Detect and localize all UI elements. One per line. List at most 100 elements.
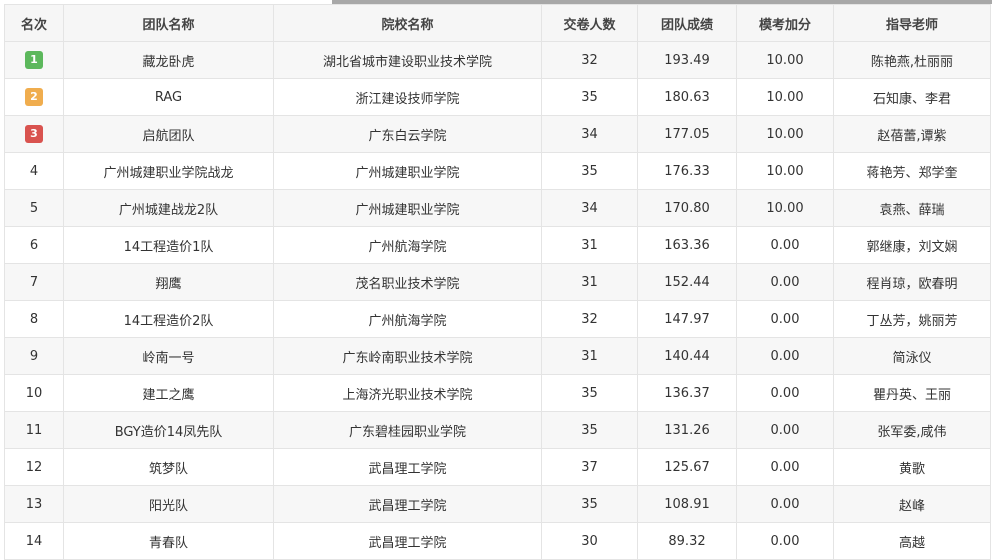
teacher-cell: 袁燕、薛瑞 <box>833 189 991 227</box>
score-cell: 140.44 <box>637 337 737 375</box>
school-name-cell: 广东碧桂园职业学院 <box>273 411 542 449</box>
score-cell: 176.33 <box>637 152 737 190</box>
score-cell: 136.37 <box>637 374 737 412</box>
team-name-cell: 启航团队 <box>63 115 274 153</box>
col-header-school: 院校名称 <box>273 4 542 42</box>
rank-cell: 9 <box>4 337 64 375</box>
bonus-cell: 10.00 <box>736 189 834 227</box>
table-row: 8 14工程造价2队 广州航海学院 32 147.97 0.00 丁丛芳，姚丽芳 <box>4 300 991 338</box>
rank-badge: 2 <box>25 88 43 106</box>
teacher-cell: 赵峰 <box>833 485 991 523</box>
school-name-cell: 浙江建设技师学院 <box>273 78 542 116</box>
rank-cell: 13 <box>4 485 64 523</box>
school-name-cell: 广东白云学院 <box>273 115 542 153</box>
count-cell: 31 <box>541 337 638 375</box>
count-cell: 34 <box>541 115 638 153</box>
team-name-cell: 14工程造价2队 <box>63 300 274 338</box>
teacher-cell: 简泳仪 <box>833 337 991 375</box>
rank-cell: 14 <box>4 522 64 560</box>
ranking-table: 名次 团队名称 院校名称 交卷人数 团队成绩 模考加分 指导老师 1 藏龙卧虎 湖北… <box>4 4 991 560</box>
team-name-cell: 筑梦队 <box>63 448 274 486</box>
rank-cell: 1 <box>4 41 64 79</box>
table-row: 12 筑梦队 武昌理工学院 37 125.67 0.00 黄歌 <box>4 448 991 486</box>
school-name-cell: 湖北省城市建设职业技术学院 <box>273 41 542 79</box>
table-row: 3 启航团队 广东白云学院 34 177.05 10.00 赵蓓蕾,谭紫 <box>4 115 991 153</box>
table-row: 13 阳光队 武昌理工学院 35 108.91 0.00 赵峰 <box>4 485 991 523</box>
rank-badge: 1 <box>25 51 43 69</box>
count-cell: 30 <box>541 522 638 560</box>
school-name-cell: 上海济光职业技术学院 <box>273 374 542 412</box>
rank-cell: 6 <box>4 226 64 264</box>
bonus-cell: 0.00 <box>736 485 834 523</box>
rank-cell: 4 <box>4 152 64 190</box>
bonus-cell: 0.00 <box>736 300 834 338</box>
teacher-cell: 郭继康，刘文娴 <box>833 226 991 264</box>
teacher-cell: 高越 <box>833 522 991 560</box>
bonus-cell: 10.00 <box>736 78 834 116</box>
team-name-cell: 岭南一号 <box>63 337 274 375</box>
count-cell: 31 <box>541 226 638 264</box>
rank-cell: 8 <box>4 300 64 338</box>
score-cell: 163.36 <box>637 226 737 264</box>
bonus-cell: 0.00 <box>736 522 834 560</box>
school-name-cell: 广州城建职业学院 <box>273 189 542 227</box>
team-name-cell: 14工程造价1队 <box>63 226 274 264</box>
count-cell: 32 <box>541 300 638 338</box>
col-header-score: 团队成绩 <box>637 4 737 42</box>
table-row: 4 广州城建职业学院战龙 广州城建职业学院 35 176.33 10.00 蒋艳芳、郑学奎 <box>4 152 991 190</box>
count-cell: 35 <box>541 374 638 412</box>
col-header-team: 团队名称 <box>63 4 274 42</box>
teacher-cell: 瞿丹英、王丽 <box>833 374 991 412</box>
rank-cell: 11 <box>4 411 64 449</box>
rank-cell: 2 <box>4 78 64 116</box>
count-cell: 35 <box>541 411 638 449</box>
teacher-cell: 程肖琼，欧春明 <box>833 263 991 301</box>
score-cell: 125.67 <box>637 448 737 486</box>
table-row: 1 藏龙卧虎 湖北省城市建设职业技术学院 32 193.49 10.00 陈艳燕,杜丽丽 <box>4 41 991 79</box>
team-name-cell: 藏龙卧虎 <box>63 41 274 79</box>
rank-cell: 3 <box>4 115 64 153</box>
team-name-cell: RAG <box>63 78 274 116</box>
school-name-cell: 武昌理工学院 <box>273 485 542 523</box>
table-row: 6 14工程造价1队 广州航海学院 31 163.36 0.00 郭继康，刘文娴 <box>4 226 991 264</box>
bonus-cell: 0.00 <box>736 411 834 449</box>
teacher-cell: 赵蓓蕾,谭紫 <box>833 115 991 153</box>
school-name-cell: 广东岭南职业技术学院 <box>273 337 542 375</box>
bonus-cell: 0.00 <box>736 263 834 301</box>
count-cell: 35 <box>541 152 638 190</box>
score-cell: 180.63 <box>637 78 737 116</box>
team-name-cell: 阳光队 <box>63 485 274 523</box>
count-cell: 35 <box>541 485 638 523</box>
col-header-bonus: 模考加分 <box>736 4 834 42</box>
table-row: 7 翔鹰 茂名职业技术学院 31 152.44 0.00 程肖琼，欧春明 <box>4 263 991 301</box>
table-row: 10 建工之鹰 上海济光职业技术学院 35 136.37 0.00 瞿丹英、王丽 <box>4 374 991 412</box>
rank-cell: 12 <box>4 448 64 486</box>
school-name-cell: 广州航海学院 <box>273 300 542 338</box>
bonus-cell: 0.00 <box>736 374 834 412</box>
team-name-cell: 广州城建职业学院战龙 <box>63 152 274 190</box>
col-header-count: 交卷人数 <box>541 4 638 42</box>
count-cell: 34 <box>541 189 638 227</box>
count-cell: 32 <box>541 41 638 79</box>
team-name-cell: 建工之鹰 <box>63 374 274 412</box>
team-name-cell: 青春队 <box>63 522 274 560</box>
table-header-row: 名次 团队名称 院校名称 交卷人数 团队成绩 模考加分 指导老师 <box>4 4 991 42</box>
rank-badge: 3 <box>25 125 43 143</box>
score-cell: 170.80 <box>637 189 737 227</box>
school-name-cell: 广州城建职业学院 <box>273 152 542 190</box>
count-cell: 35 <box>541 78 638 116</box>
school-name-cell: 武昌理工学院 <box>273 522 542 560</box>
score-cell: 193.49 <box>637 41 737 79</box>
score-cell: 152.44 <box>637 263 737 301</box>
bonus-cell: 10.00 <box>736 152 834 190</box>
score-cell: 89.32 <box>637 522 737 560</box>
table-row: 9 岭南一号 广东岭南职业技术学院 31 140.44 0.00 简泳仪 <box>4 337 991 375</box>
bonus-cell: 0.00 <box>736 226 834 264</box>
school-name-cell: 武昌理工学院 <box>273 448 542 486</box>
table-row: 5 广州城建战龙2队 广州城建职业学院 34 170.80 10.00 袁燕、薛瑞 <box>4 189 991 227</box>
table-row: 2 RAG 浙江建设技师学院 35 180.63 10.00 石知康、李君 <box>4 78 991 116</box>
teacher-cell: 黄歌 <box>833 448 991 486</box>
score-cell: 147.97 <box>637 300 737 338</box>
school-name-cell: 广州航海学院 <box>273 226 542 264</box>
bonus-cell: 10.00 <box>736 41 834 79</box>
